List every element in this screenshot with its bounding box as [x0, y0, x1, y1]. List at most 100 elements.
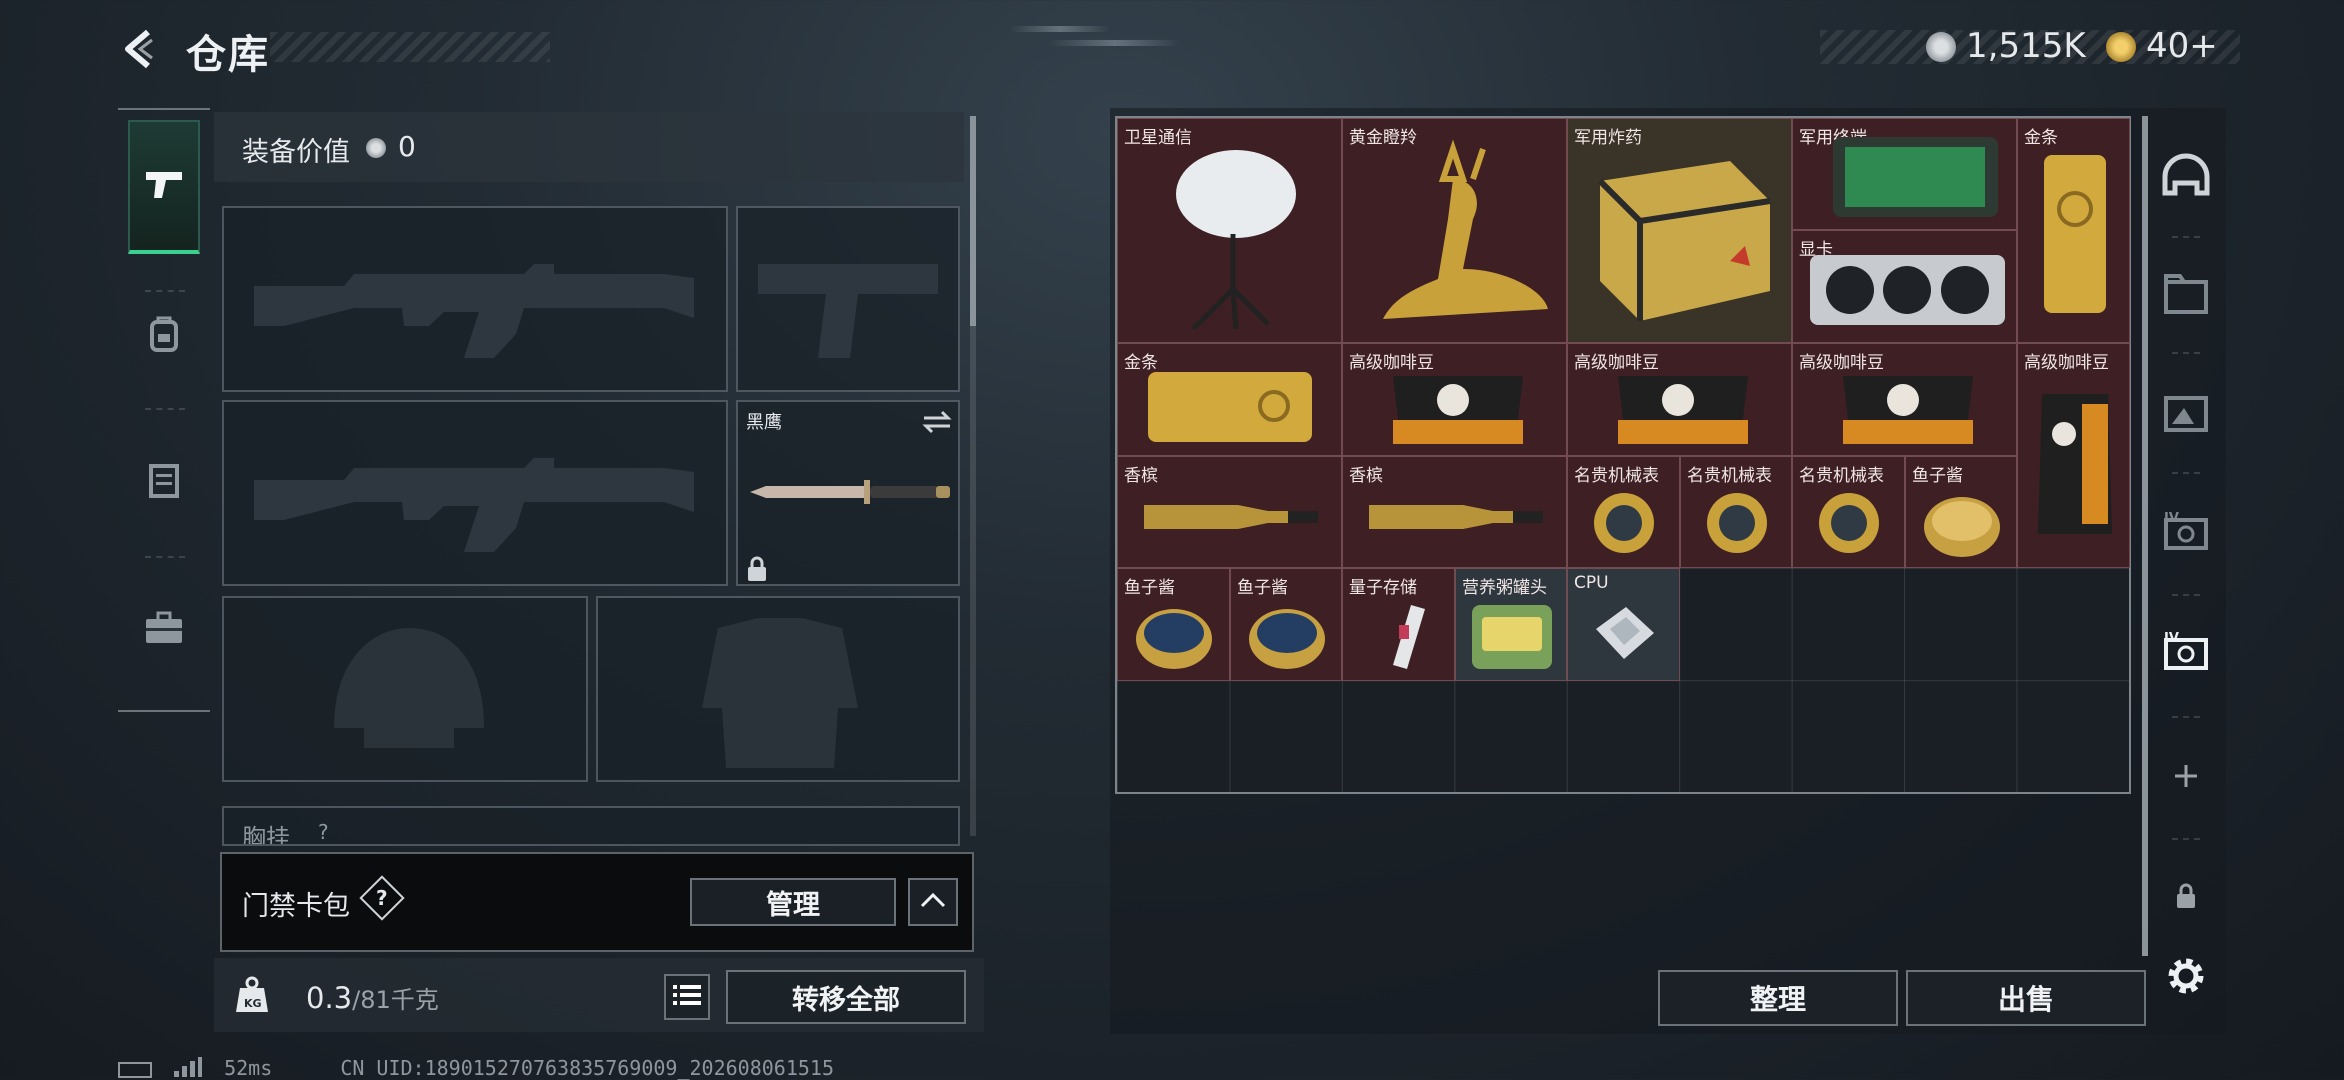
- help-icon[interactable]: ?: [359, 875, 405, 921]
- secondary-weapon-slot[interactable]: [222, 400, 728, 586]
- item-satellite[interactable]: 卫星通信: [1117, 118, 1342, 343]
- item-luxury-watch[interactable]: 名贵机械表: [1567, 456, 1680, 568]
- right-rail-lock[interactable]: [2160, 872, 2212, 924]
- rail-divider: [2172, 838, 2200, 840]
- item-luxury-watch[interactable]: 名贵机械表: [1792, 456, 1905, 568]
- stash-grid: 卫星通信 黄金瞪羚 军用炸药 军用终端 金条 显卡 金条 高级咖啡豆 高级咖啡豆…: [1115, 116, 2131, 794]
- iv-bag-icon: IV: [2160, 510, 2212, 558]
- gold-currency-amount: 40+: [2146, 26, 2218, 66]
- melee-slot[interactable]: 黑鹰: [736, 400, 960, 586]
- caviar-tin-icon: [1245, 595, 1329, 675]
- category-backpack-tab[interactable]: [128, 296, 200, 376]
- photo-icon: [2162, 392, 2210, 440]
- item-champagne[interactable]: 香槟: [1117, 456, 1342, 568]
- golden-gazelle-icon: [1353, 139, 1553, 334]
- item-quantum-storage[interactable]: 量子存储: [1342, 568, 1455, 681]
- transfer-all-button[interactable]: 转移全部: [726, 970, 966, 1024]
- graphics-card-icon: [1805, 245, 2010, 335]
- svg-text:IV: IV: [2164, 631, 2179, 646]
- item-champagne[interactable]: 香槟: [1342, 456, 1567, 568]
- chest-rig-slot[interactable]: 胸挂 ?: [222, 806, 960, 846]
- silver-coin-icon: [366, 138, 386, 158]
- watch-icon: [1588, 483, 1660, 563]
- food-tin-icon: [1468, 599, 1556, 675]
- item-porridge-can[interactable]: 营养粥罐头: [1455, 568, 1567, 681]
- item-cpu[interactable]: CPU: [1567, 568, 1680, 681]
- right-rail-folder[interactable]: [2160, 270, 2212, 322]
- coffee-bag-icon: [2030, 384, 2120, 544]
- rifle-silhouette-icon: [254, 264, 694, 358]
- ceiling-light: [1010, 26, 1110, 32]
- expand-button[interactable]: [908, 878, 958, 926]
- svg-text:IV: IV: [2164, 511, 2179, 526]
- back-icon[interactable]: [116, 26, 162, 72]
- item-graphics-card[interactable]: 显卡: [1792, 230, 2017, 343]
- item-military-explosive[interactable]: 军用炸药: [1567, 118, 1792, 343]
- usb-drive-icon: [1363, 595, 1435, 675]
- right-rail-helmet[interactable]: [2160, 152, 2212, 204]
- list-icon: [673, 984, 701, 1010]
- loadout-scroll-thumb[interactable]: [970, 116, 976, 326]
- item-coffee-beans[interactable]: 高级咖啡豆: [1342, 343, 1567, 456]
- settings-button[interactable]: [2160, 952, 2212, 1004]
- status-footer: 52ms CN UID:1890152707638357690​09_20260…: [118, 1056, 834, 1080]
- category-weapons-tab[interactable]: [128, 120, 200, 254]
- primary-weapon-slot[interactable]: [222, 206, 728, 392]
- rail-divider: [145, 408, 185, 410]
- swap-icon[interactable]: [922, 410, 952, 438]
- list-view-button[interactable]: [664, 974, 710, 1020]
- armor-silhouette-icon: [702, 618, 858, 768]
- satellite-dish-icon: [1158, 139, 1308, 329]
- rail-divider: [2172, 594, 2200, 596]
- right-rail-photo[interactable]: [2160, 390, 2212, 442]
- sidearm-slot[interactable]: [736, 206, 960, 392]
- stash-scrollbar[interactable]: [2142, 116, 2148, 956]
- sort-button[interactable]: 整理: [1658, 970, 1898, 1026]
- military-terminal-icon: [1823, 131, 2003, 223]
- item-coffee-beans[interactable]: 高级咖啡豆: [1567, 343, 1792, 456]
- category-vest-tab[interactable]: [128, 442, 200, 522]
- battery-icon: [118, 1061, 152, 1078]
- ping: 52ms: [224, 1056, 273, 1080]
- card-pack-label: 门禁卡包: [242, 891, 350, 922]
- armor-slot[interactable]: [596, 596, 960, 782]
- right-rail-add[interactable]: [2160, 752, 2212, 804]
- category-case-tab[interactable]: [128, 590, 200, 670]
- explosive-crate-icon: [1580, 141, 1780, 331]
- right-rail-iv-bag-active[interactable]: IV: [2160, 628, 2212, 680]
- cpu-chip-icon: [1586, 599, 1662, 675]
- equipment-value-label: 装备价值: [242, 137, 350, 168]
- item-gold-bar-tall[interactable]: 金条: [2017, 118, 2130, 343]
- item-caviar[interactable]: 鱼子酱: [1117, 568, 1230, 681]
- right-rail-iv-bag[interactable]: IV: [2160, 508, 2212, 560]
- pistol-silhouette-icon: [758, 264, 938, 358]
- folder-icon: [2162, 272, 2210, 320]
- item-golden-gazelle[interactable]: 黄金瞪羚: [1342, 118, 1567, 343]
- sell-button[interactable]: 出售: [1906, 970, 2146, 1026]
- item-name: 高级咖啡豆: [2024, 353, 2109, 373]
- ceiling-light: [1050, 40, 1180, 46]
- chest-rig-label: 胸挂: [242, 824, 290, 846]
- chevron-up-icon: [920, 892, 946, 912]
- item-name: 营养粥罐头: [1462, 578, 1547, 598]
- item-gold-bar[interactable]: 金条: [1117, 343, 1342, 456]
- coffee-bag-icon: [1383, 370, 1533, 450]
- rail-divider: [2172, 236, 2200, 238]
- caviar-tin-icon: [1132, 595, 1216, 675]
- silver-coin-icon: [1926, 32, 1956, 62]
- weight-icon: KG: [234, 976, 270, 1018]
- helmet-slot[interactable]: [222, 596, 588, 782]
- item-luxury-watch[interactable]: 名贵机械表: [1680, 456, 1792, 568]
- manage-button[interactable]: 管理: [690, 878, 896, 926]
- item-caviar[interactable]: 鱼子酱: [1230, 568, 1342, 681]
- rail-divider: [2172, 716, 2200, 718]
- knife-icon: [746, 472, 956, 516]
- item-military-terminal[interactable]: 军用终端: [1792, 118, 2017, 230]
- rail-divider: [2172, 472, 2200, 474]
- item-caviar[interactable]: 鱼子酱: [1905, 456, 2017, 568]
- coffee-bag-icon: [1833, 370, 1983, 450]
- caviar-tin-icon: [1920, 483, 2004, 563]
- item-coffee-beans[interactable]: 高级咖啡豆: [1792, 343, 2017, 456]
- item-coffee-beans-tall[interactable]: 高级咖啡豆: [2017, 343, 2130, 568]
- rail-divider: [2172, 352, 2200, 354]
